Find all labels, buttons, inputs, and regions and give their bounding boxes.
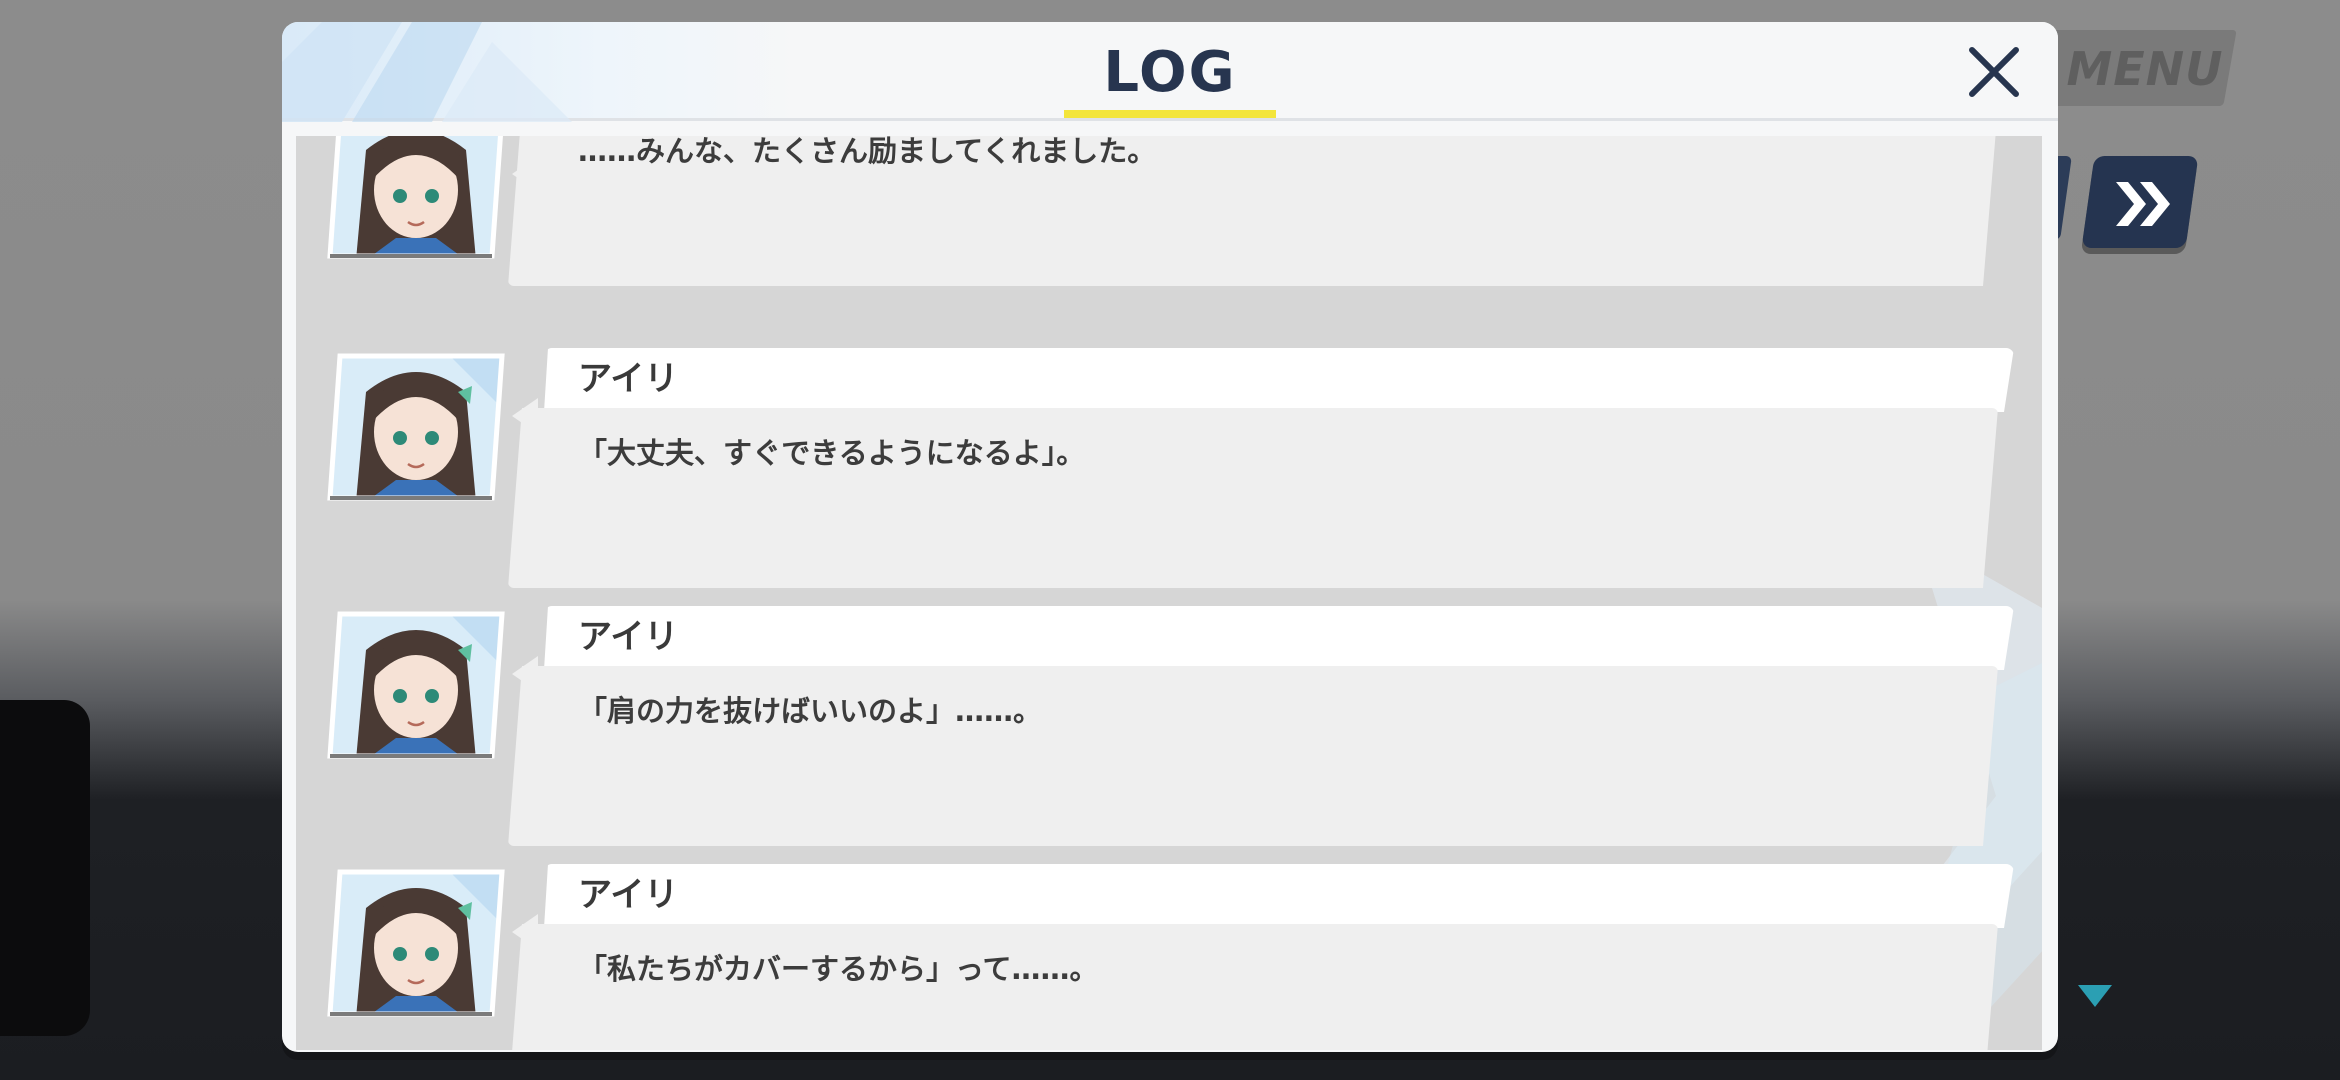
dialogue-text: ……みんな、たくさん励ましてくれました。 [578,136,1157,168]
log-entry: アイリ 「肩の力を抜けばいいのよ」……。 [296,606,2042,846]
dialogue-text: 「私たちがカバーするから」って……。 [578,952,1099,986]
speaker-bar [544,864,2014,928]
down-triangle-icon[interactable] [2078,985,2112,1007]
close-icon[interactable] [1962,40,2026,104]
side-panel [0,700,90,1036]
menu-button-label[interactable]: MENU [2060,38,2230,100]
log-list[interactable]: ……みんな、たくさん励ましてくれました。 アイリ 「大丈夫、すぐできるようになる… [296,136,2042,1050]
log-title: LOG [1103,40,1237,105]
speech-pointer [512,914,538,950]
log-entry: ……みんな、たくさん励ましてくれました。 [296,136,2042,286]
dialogue-text: 「肩の力を抜けばいいのよ」……。 [578,694,1043,728]
speech-pointer [512,156,538,192]
speaker-bar [544,348,2014,412]
speaker-bar [544,606,2014,670]
avatar [327,136,503,259]
header-decoration [282,22,572,122]
title-underline [1064,110,1276,118]
speaker-name: アイリ [578,875,679,915]
avatar [327,353,505,501]
speech-pointer [512,398,538,434]
speaker-name: アイリ [578,359,679,399]
game-screen: MENU LOG ……みんな、たくさん励ましてくれました。 アイリ 「大丈夫、す… [0,0,2340,1080]
log-window: LOG ……みんな、たくさん励ましてくれました。 アイリ 「大丈夫、すぐできるよ… [282,22,2058,1052]
log-entry: アイリ 「私たちがカバーするから」って……。 [296,864,2042,1050]
speaker-name: アイリ [578,617,679,657]
speech-pointer [512,656,538,692]
avatar [327,869,505,1017]
double-chevron-right-icon[interactable] [2100,158,2184,250]
avatar [327,611,505,759]
log-entry: アイリ 「大丈夫、すぐできるようになるよ」。 [296,348,2042,588]
dialogue-text: 「大丈夫、すぐできるようになるよ」。 [578,436,1086,470]
